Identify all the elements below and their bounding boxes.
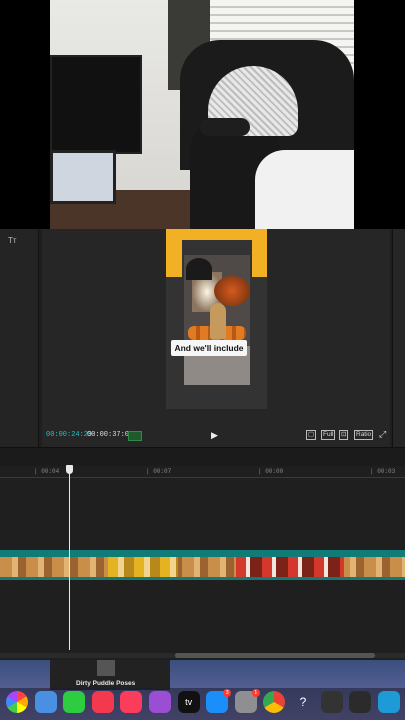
current-time: 00:00:24:29 [46,431,93,439]
obs-icon[interactable] [349,691,372,713]
timeline-tick: | 00:04 [34,468,60,475]
autumn-leaves [214,276,250,306]
apple-tv-icon[interactable]: tv [177,691,200,713]
grid-icon[interactable] [128,431,142,441]
timeline-tick: | 00:03 [370,468,396,475]
full-button[interactable]: Full [321,430,336,440]
fullscreen-icon[interactable]: ⤢ [378,430,387,439]
crop-icon[interactable]: ⊡ [339,430,349,440]
desk-monitor [50,55,142,154]
podcasts-icon[interactable] [149,691,171,713]
ratio-button[interactable]: Ratio [354,430,374,440]
news-icon[interactable] [91,691,114,713]
finder-edge-icon[interactable] [377,691,400,713]
timeline-scroll-thumb[interactable] [175,653,375,658]
softbox-lamp [186,258,212,280]
left-panel [0,229,39,447]
notification-badge: 1 [251,689,260,697]
photos-icon[interactable] [6,691,28,713]
play-button[interactable]: ▶ [211,430,221,440]
timeline-toolbar [0,447,405,466]
messages-bubble-icon[interactable] [34,691,57,713]
help-icon[interactable]: ? [292,691,314,713]
white-shirt [255,150,354,229]
clip-thumbnails[interactable] [0,557,405,577]
video-caption: And we'll include [171,340,247,356]
total-time: 00:00:37:02 [87,431,134,439]
clip-thumbnails-yellow[interactable] [108,557,178,577]
file-label[interactable]: Dirty Puddle Poses [76,680,135,687]
music-icon[interactable] [120,691,143,713]
timeline-tick: | 00:07 [146,468,172,475]
dog [210,303,226,339]
timeline-tick: | 00:00 [258,468,284,475]
playhead-line[interactable] [69,466,70,650]
playhead-handle[interactable] [66,465,73,474]
original-size-button[interactable]: ▢ [306,430,317,440]
right-panel [392,229,405,447]
webcam-overlay [50,0,354,229]
cap-brim [200,118,250,136]
text-tool-button[interactable]: Tт [8,236,17,245]
laptop [50,150,116,204]
screenshot-icon[interactable] [320,691,343,713]
facetime-icon[interactable] [63,691,86,713]
clip-thumbnails-red[interactable] [236,557,344,577]
dock [0,688,405,720]
file-thumbnail[interactable] [97,660,115,676]
